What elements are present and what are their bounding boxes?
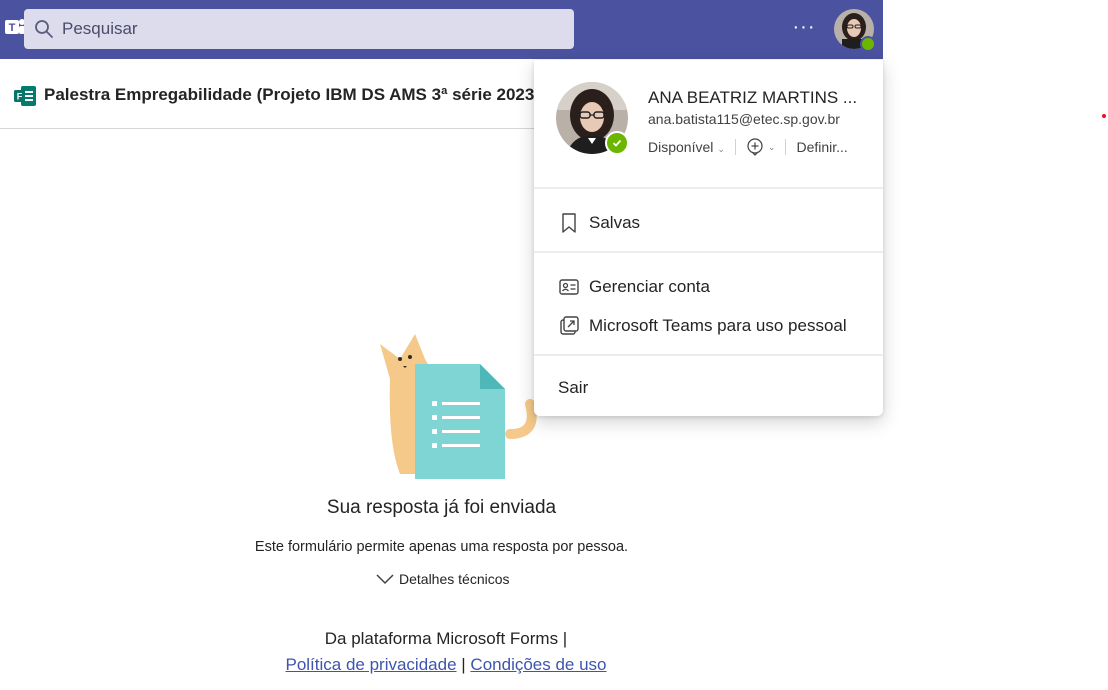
- set-status-message-button[interactable]: Definir...: [796, 139, 847, 155]
- footer-separator: |: [461, 655, 466, 674]
- bookmark-icon: [562, 213, 576, 233]
- divider: [534, 187, 883, 189]
- presence-status-badge: [860, 36, 876, 52]
- search-icon: [35, 20, 53, 38]
- response-limit-text: Este formulário permite apenas uma respo…: [254, 539, 629, 555]
- divider: [534, 354, 883, 356]
- contact-card-icon: [559, 279, 579, 295]
- profile-email: ana.batista115@etec.sp.gov.br: [648, 111, 840, 127]
- privacy-policy-link[interactable]: Política de privacidade: [285, 655, 456, 674]
- response-submitted-title: Sua resposta já foi enviada: [326, 497, 557, 518]
- chevron-down-icon: ⌄: [767, 141, 776, 152]
- sign-out-label: Sair: [558, 378, 589, 397]
- manage-account-label: Gerenciar conta: [589, 277, 710, 296]
- sign-out-menu-item[interactable]: Sair: [558, 378, 588, 398]
- page-title: Palestra Empregabilidade (Projeto IBM DS…: [44, 85, 540, 104]
- available-status-icon: [605, 131, 629, 155]
- forms-footer-text: Da plataforma Microsoft Forms |: [324, 629, 568, 648]
- top-bar: T ···: [0, 0, 883, 59]
- status-label: Disponível: [648, 139, 714, 155]
- more-options-icon[interactable]: ···: [792, 17, 816, 41]
- profile-menu: ANA BEATRIZ MARTINS ... ana.batista115@e…: [534, 60, 883, 416]
- cat-form-illustration: [380, 334, 537, 479]
- red-dot-marker: [1102, 114, 1106, 118]
- divider: [734, 139, 736, 155]
- terms-of-use-link[interactable]: Condições de uso: [470, 655, 606, 674]
- profile-name: ANA BEATRIZ MARTINS ...: [648, 88, 858, 107]
- technical-details-label: Detalhes técnicos: [399, 571, 510, 587]
- svg-text:F: F: [17, 92, 23, 102]
- divider: [785, 139, 787, 155]
- footer-links: Política de privacidade | Condições de u…: [0, 655, 892, 675]
- technical-details-toggle[interactable]: Detalhes técnicos: [376, 571, 510, 587]
- profile-status-row: Disponível ⌄ ⌄ Definir...: [648, 138, 848, 156]
- search-box[interactable]: [24, 9, 574, 49]
- add-location-icon: [747, 138, 763, 156]
- open-external-icon: [560, 316, 579, 335]
- divider: [534, 251, 883, 253]
- teams-logo-icon[interactable]: T: [4, 16, 26, 38]
- svg-text:T: T: [9, 22, 16, 34]
- teams-personal-label: Microsoft Teams para uso pessoal: [589, 316, 847, 335]
- search-input[interactable]: [62, 19, 542, 39]
- location-dropdown[interactable]: ⌄: [746, 138, 776, 156]
- forms-icon: F: [14, 86, 36, 106]
- saved-label: Salvas: [589, 213, 641, 232]
- status-dropdown[interactable]: Disponível ⌄: [648, 139, 725, 155]
- chevron-down-icon: ⌄: [717, 144, 725, 154]
- manage-account-menu-item[interactable]: Gerenciar conta: [558, 276, 710, 298]
- chevron-down-icon: [376, 574, 394, 585]
- teams-personal-menu-item[interactable]: Microsoft Teams para uso pessoal: [558, 315, 847, 337]
- saved-menu-item[interactable]: Salvas: [558, 212, 640, 234]
